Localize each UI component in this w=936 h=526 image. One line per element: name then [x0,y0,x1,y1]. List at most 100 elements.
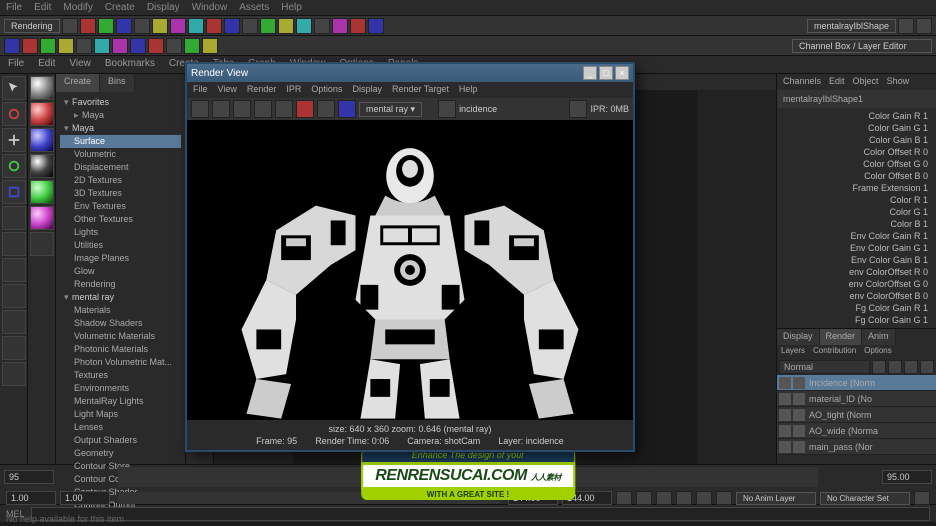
shader-swatch[interactable] [30,206,54,230]
close-icon[interactable]: × [615,66,629,80]
refresh-icon[interactable] [275,100,293,118]
command-input[interactable] [31,507,930,521]
renderer-dropdown[interactable]: mental ray ▾ [359,102,422,117]
lmenu-options[interactable]: Options [864,346,892,358]
layer-icon[interactable] [438,100,456,118]
rvm-display[interactable]: Display [352,84,382,96]
globals-icon[interactable] [338,100,356,118]
tree-item[interactable]: Output Shaders [60,434,181,447]
rgb-icon[interactable] [296,100,314,118]
shelf-btn[interactable] [40,38,56,54]
view-four[interactable] [2,284,26,308]
ipr-icon[interactable] [254,100,272,118]
tree-item[interactable]: Lights [60,226,181,239]
view-outliner[interactable] [2,336,26,360]
shelf-icon[interactable] [332,18,348,34]
tree-item[interactable]: Other Textures [60,213,181,226]
rvm-file[interactable]: File [193,84,208,96]
menuset-dropdown[interactable]: Rendering [4,19,60,33]
shader-swatch[interactable] [30,76,54,100]
manip-tool[interactable] [2,206,26,230]
render-layer-item[interactable]: Incidence (Norm [777,375,936,391]
menu-create[interactable]: Create [105,2,135,13]
tree-item[interactable]: Surface [60,135,181,148]
channel-attr[interactable]: Frame Extension 1 [779,182,934,194]
shelf-btn[interactable] [58,38,74,54]
shelf-icon[interactable] [368,18,384,34]
tree-item[interactable]: Photonic Materials [60,343,181,356]
charset-dd[interactable]: No Character Set [820,492,910,505]
channel-attr[interactable]: Env Color Gain G 1 [779,242,934,254]
rvm-view[interactable]: View [218,84,237,96]
shader-swatch[interactable] [30,128,54,152]
shelf-icon[interactable] [116,18,132,34]
tl-current[interactable]: 95 [4,470,54,484]
render-layer-item[interactable]: material_ID (No [777,391,936,407]
shelf-icon[interactable] [350,18,366,34]
cb-tab-show[interactable]: Show [887,76,910,88]
layer-vis-toggle[interactable] [779,441,791,453]
layer-vis-toggle[interactable] [779,377,791,389]
shelf-btn[interactable] [202,38,218,54]
channel-attr[interactable]: Color Gain B 1 [779,134,934,146]
shelf-btn[interactable] [94,38,110,54]
channel-attr[interactable]: env ColorOffset B 0 [779,290,934,302]
channel-attr[interactable]: Color Offset G 0 [779,158,934,170]
channel-attr[interactable]: Color B 1 [779,218,934,230]
render-view-window[interactable]: Render View _ □ × File View Render IPR O… [185,62,635,452]
layer-vis-toggle[interactable] [779,393,791,405]
node-name[interactable]: mentalrayIblShape1 [777,90,936,108]
view-single[interactable] [2,258,26,282]
move-tool[interactable] [2,128,26,152]
tl-end-current[interactable]: 95.00 [882,470,932,484]
shelf-icon[interactable] [242,18,258,34]
tab-create[interactable]: Create [56,74,100,92]
minimize-icon[interactable]: _ [583,66,597,80]
shelf-icon[interactable] [260,18,276,34]
shelf-icon[interactable] [278,18,294,34]
lmenu-layers[interactable]: Layers [781,346,805,358]
cb-tab-channels[interactable]: Channels [783,76,821,88]
cb-tab-edit[interactable]: Edit [829,76,845,88]
tree-item[interactable]: Photon Volumetric Mat... [60,356,181,369]
soft-tool[interactable] [2,232,26,256]
play-start[interactable]: 1.00 [60,491,110,505]
tree-item[interactable]: Glow [60,265,181,278]
shelf-icon[interactable] [170,18,186,34]
shelf-icon[interactable] [134,18,150,34]
alpha-icon[interactable] [317,100,335,118]
layer-icon[interactable] [904,360,918,374]
shelf-btn[interactable] [130,38,146,54]
tree-item[interactable]: ▾Favorites [60,96,181,109]
view-hyper[interactable] [2,362,26,386]
shelf-btn[interactable] [148,38,164,54]
shader-swatch[interactable] [30,232,54,256]
pmenu-file[interactable]: File [8,58,24,71]
render-layer-item[interactable]: AO_tight (Norm [777,407,936,423]
window-titlebar[interactable]: Render View _ □ × [187,64,633,82]
snapshot-icon[interactable] [233,100,251,118]
tree-item[interactable]: MentalRay Lights [60,395,181,408]
play-back-icon[interactable] [656,491,672,505]
channel-attr[interactable]: Color Offset B 0 [779,170,934,182]
no-anim-layer[interactable]: No Anim Layer [736,492,816,505]
shelf-btn[interactable] [22,38,38,54]
rvm-render[interactable]: Render [247,84,277,96]
menu-assets[interactable]: Assets [239,2,269,13]
channel-attr[interactable]: Env Color Gain B 1 [779,254,934,266]
tree-item[interactable]: ▾Maya [60,122,181,135]
view-persp[interactable] [2,310,26,334]
channel-attr[interactable]: Fg Color Gain G 1 [779,314,934,326]
rvm-target[interactable]: Render Target [392,84,449,96]
rvm-help[interactable]: Help [459,84,478,96]
menu-modify[interactable]: Modify [63,2,92,13]
render-layer-item[interactable]: main_pass (Nor [777,439,936,455]
render-layer-item[interactable]: AO_wide (Norma [777,423,936,439]
scale-tool[interactable] [2,180,26,204]
layer-blend-dropdown[interactable]: Normal [779,360,870,374]
channel-attr[interactable]: Color Offset R 0 [779,146,934,158]
channel-attr[interactable]: env ColorOffset R 0 [779,266,934,278]
render-image[interactable] [187,120,633,420]
menu-window[interactable]: Window [192,2,228,13]
shelf-btn[interactable] [76,38,92,54]
